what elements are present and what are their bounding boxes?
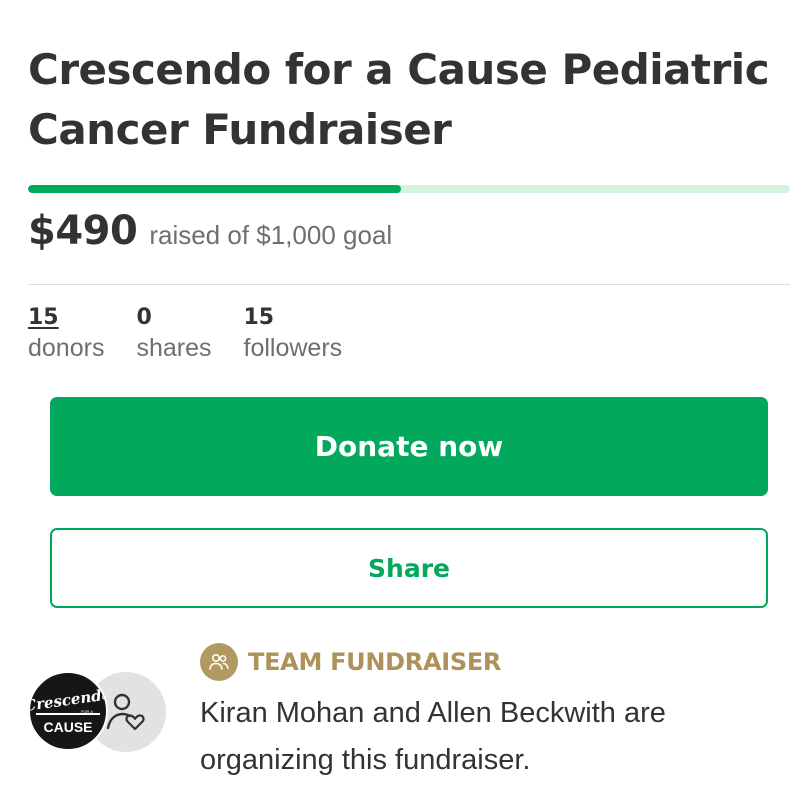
- stat-donors[interactable]: 15 donors: [28, 304, 104, 364]
- stat-followers: 15 followers: [244, 304, 343, 364]
- progress-bar: [28, 185, 790, 193]
- followers-count: 15: [243, 305, 275, 330]
- organizer-description: Kiran Mohan and Allen Beckwith are organ…: [200, 697, 666, 776]
- crescendo-for-a-cause-logo[interactable]: Crescendo FOR A CAUSE: [28, 671, 108, 751]
- donate-now-button[interactable]: Donate now: [50, 397, 768, 496]
- raised-summary: $490 raised of $1,000 goal: [28, 208, 392, 254]
- shares-count: 0: [136, 305, 152, 330]
- stats-row: 15 donors 0 shares 15 followers: [28, 304, 374, 364]
- logo-graphic: Crescendo FOR A CAUSE: [30, 685, 106, 735]
- team-fundraiser-label: TEAM FUNDRAISER: [248, 648, 502, 676]
- share-button[interactable]: Share: [50, 528, 768, 608]
- team-fundraiser-badge: TEAM FUNDRAISER: [200, 643, 501, 681]
- donors-count-link[interactable]: 15: [28, 304, 104, 332]
- stat-shares: 0 shares: [136, 304, 211, 364]
- team-people-icon: [200, 643, 238, 681]
- raised-amount: $490: [28, 208, 138, 254]
- person-heart-icon: [106, 693, 145, 731]
- followers-label: followers: [243, 334, 343, 362]
- shares-label: shares: [136, 334, 212, 362]
- logo-small-text: FOR A: [81, 709, 93, 714]
- divider: [28, 284, 790, 285]
- raised-caption: raised of $1,000 goal: [149, 220, 393, 250]
- logo-bottom-text: CAUSE: [43, 719, 92, 735]
- logo-main-text: Crescendo: [30, 685, 106, 715]
- page-title: Crescendo for a Cause Pediatric Cancer F…: [28, 45, 770, 154]
- progress-bar-fill: [28, 185, 402, 193]
- donors-label: donors: [28, 334, 105, 362]
